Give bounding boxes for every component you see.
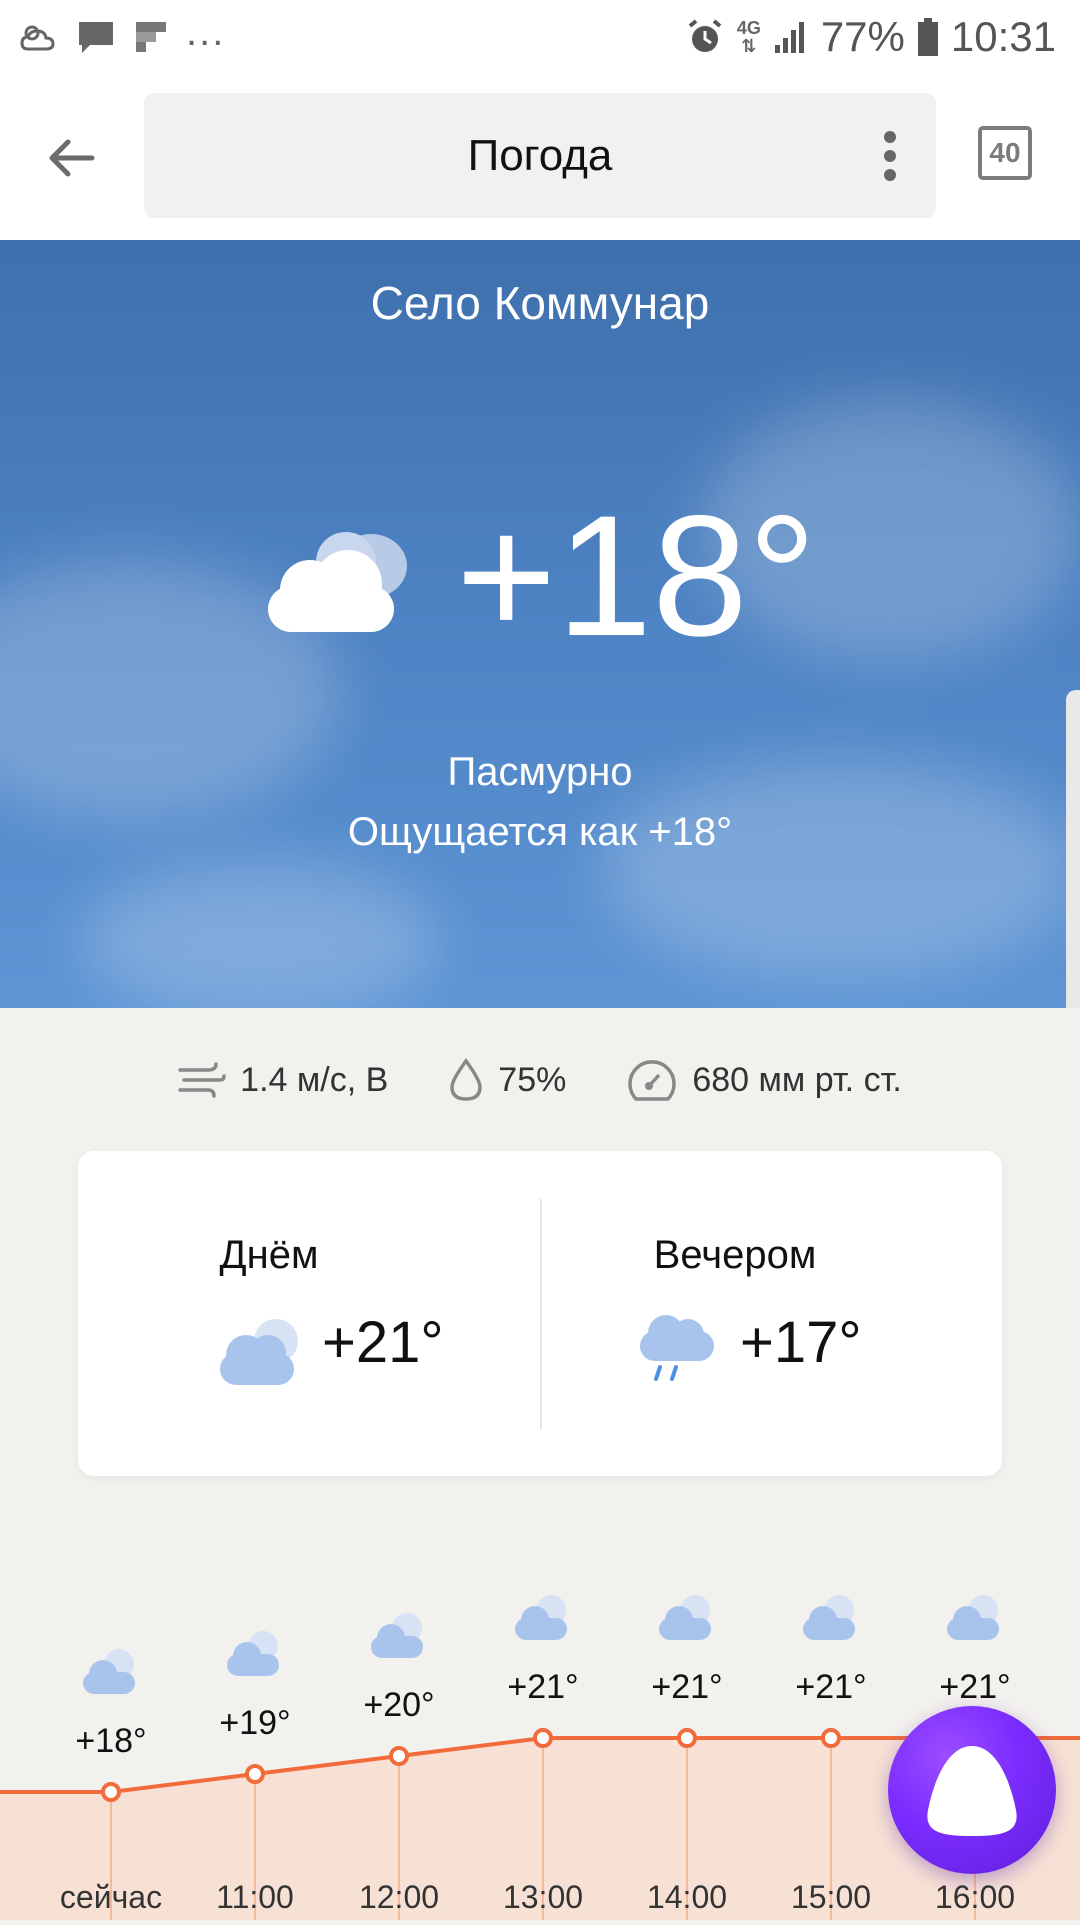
temperature-label: +19°: [219, 1704, 290, 1742]
hour-label: 11:00: [216, 1879, 294, 1915]
temperature-label: +18°: [75, 1722, 146, 1760]
clock: 10:31: [950, 13, 1056, 60]
background-cloud: [80, 860, 440, 1008]
temperature-label: +21°: [939, 1668, 1010, 1706]
address-bar[interactable]: Погода: [144, 93, 936, 218]
battery-percent: 77%: [820, 13, 905, 60]
pressure-value: 680 мм рт. ст.: [692, 1060, 902, 1099]
temperature-point: [101, 1782, 121, 1802]
hour-label: 12:00: [359, 1879, 439, 1915]
wind-value: 1.4 м/с, В: [240, 1060, 389, 1099]
temperature-point: [533, 1728, 553, 1748]
current-weather-hero: Село Коммунар +18° Пасмурно Ощущается ка…: [0, 240, 1080, 1008]
condition-text: Пасмурно: [447, 750, 633, 794]
daypart-day: Днём +21°: [78, 1151, 540, 1476]
pressure-info: 680 мм рт. ст.: [626, 1055, 902, 1105]
dot-icon: [884, 150, 896, 162]
temperature-point: [389, 1746, 409, 1766]
status-bar-notifications: ...: [18, 10, 225, 60]
feels-like-text: Ощущается как +18°: [347, 810, 733, 854]
more-menu-button[interactable]: [880, 131, 900, 181]
daypart-card[interactable]: Днём +21° Вечером +17°: [78, 1151, 1002, 1476]
cloudy-icon: [371, 1613, 423, 1658]
wind-icon: [178, 1062, 226, 1098]
daypart-temp: +21°: [322, 1310, 444, 1375]
daypart-evening: Вечером +17°: [540, 1151, 1002, 1476]
hour-label: 14:00: [647, 1879, 727, 1915]
alice-icon: [927, 1746, 1017, 1836]
network-type: 4G ⇅: [736, 18, 761, 56]
cloudy-icon: [227, 1631, 279, 1676]
hour-label: сейчас: [60, 1879, 162, 1915]
temperature-label: +20°: [363, 1686, 434, 1724]
tabs-count: 40: [989, 137, 1021, 168]
humidity-value: 75%: [498, 1060, 567, 1099]
back-button[interactable]: [36, 123, 106, 193]
drop-icon: [450, 1058, 483, 1101]
hour-label: 15:00: [791, 1879, 871, 1915]
chat-icon: [79, 22, 113, 53]
alarm-icon: [688, 19, 722, 52]
daypart-label: Вечером: [653, 1233, 817, 1277]
temperature-point: [821, 1728, 841, 1748]
wind-info: 1.4 м/с, В: [178, 1060, 388, 1100]
cloudy-icon: [220, 1319, 298, 1385]
alice-assistant-button[interactable]: [888, 1706, 1056, 1874]
hour-label: 13:00: [503, 1879, 583, 1915]
cloudy-icon: [659, 1595, 711, 1640]
cloudy-icon: [515, 1595, 567, 1640]
cloudy-icon: [83, 1649, 135, 1694]
side-panel-handle[interactable]: [1066, 690, 1080, 1008]
browser-toolbar: Погода 40: [0, 75, 1080, 240]
page-title: Погода: [467, 130, 613, 180]
cloudy-icon: [803, 1595, 855, 1640]
hour-label: 16:00: [935, 1879, 1015, 1915]
city-name[interactable]: Село Коммунар: [0, 276, 1080, 330]
signal-icon: [774, 22, 804, 53]
cloudy-icon: [947, 1595, 999, 1640]
battery-icon: [917, 18, 938, 56]
sun-cloud-icon: [20, 25, 55, 51]
arrow-left-icon: [49, 139, 95, 177]
temperature-point: [245, 1764, 265, 1784]
temperature-label: +21°: [795, 1668, 866, 1706]
cloudy-icon: [268, 532, 407, 632]
tabs-button[interactable]: 40: [978, 126, 1032, 180]
gauge-icon: [628, 1060, 677, 1101]
current-temperature: +18°: [456, 480, 817, 672]
weather-details: 1.4 м/с, В 75% 680 мм рт. ст.: [0, 1050, 1080, 1110]
temperature-label: +21°: [507, 1668, 578, 1706]
dot-icon: [884, 169, 896, 181]
daypart-temp: +17°: [740, 1310, 862, 1375]
status-bar-system: 4G ⇅ 77% 10:31: [685, 10, 1056, 64]
more-notifications: ...: [186, 9, 226, 54]
rain-icon: [640, 1315, 714, 1381]
temperature-point: [677, 1728, 697, 1748]
humidity-info: 75%: [448, 1058, 566, 1102]
temperature-label: +21°: [651, 1668, 722, 1706]
status-bar: ... 4G ⇅ 77% 10:31: [0, 0, 1080, 75]
flipboard-icon: [136, 22, 166, 52]
daypart-label: Днём: [219, 1233, 319, 1277]
dot-icon: [884, 131, 896, 143]
